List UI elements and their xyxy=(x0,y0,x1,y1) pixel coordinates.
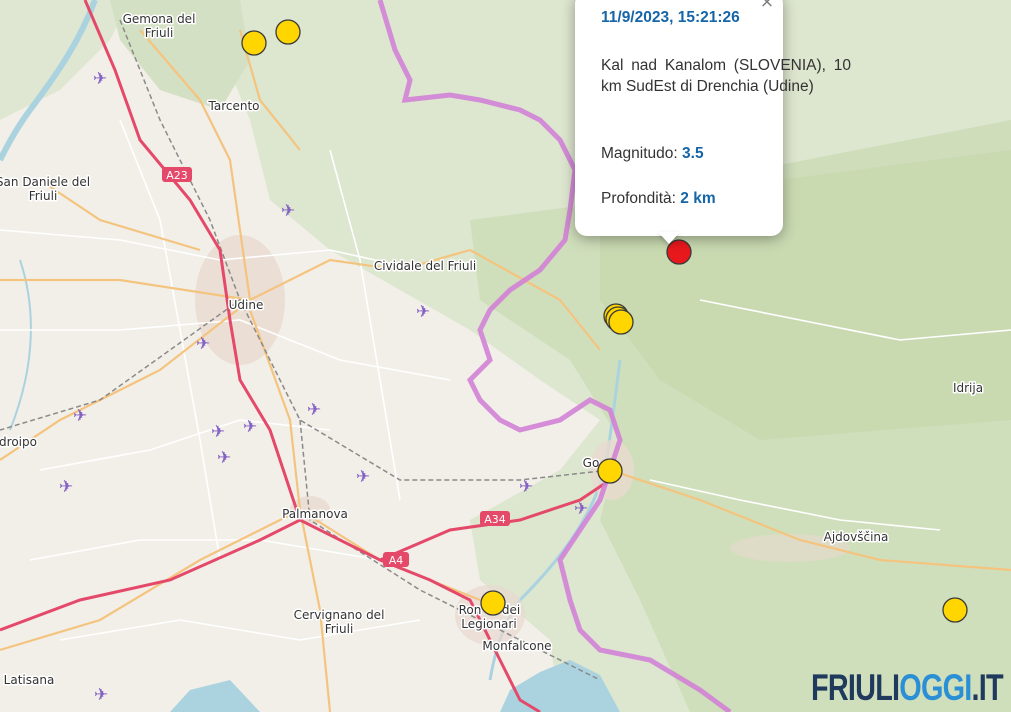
airplane-icon: ✈ xyxy=(73,406,87,426)
popup-depth: Profondità: 2 km xyxy=(601,190,716,208)
airplane-icon: ✈ xyxy=(356,467,370,487)
place-label-gemona-2: Friuli xyxy=(145,26,174,40)
road-shield-a34: A34 xyxy=(480,511,510,526)
place-label-udine: Udine xyxy=(229,298,264,312)
airplane-icon: ✈ xyxy=(59,477,73,497)
place-label-san-daniele: San Daniele del xyxy=(0,175,90,189)
airplane-icon: ✈ xyxy=(94,685,108,705)
airplane-icon: ✈ xyxy=(243,417,257,437)
popup-tip xyxy=(658,232,680,244)
svg-text:A4: A4 xyxy=(389,554,404,567)
road-shield-a23: A23 xyxy=(162,167,192,182)
logo-part-1: FRIULI xyxy=(811,667,900,708)
airplane-icon: ✈ xyxy=(574,499,588,519)
place-label-monfalcone: Monfalcone xyxy=(482,639,551,653)
close-icon[interactable]: × xyxy=(759,0,775,11)
popup-location: Kal nad Kanalom (SLOVENIA), 10 km SudEst… xyxy=(601,57,851,95)
road-shield-a4: A4 xyxy=(383,552,409,567)
place-label-gemona: Gemona del xyxy=(123,12,196,26)
airplane-icon: ✈ xyxy=(307,400,321,420)
popup-magnitude: Magnitudo: 3.5 xyxy=(601,145,704,163)
place-label-cervignano-2: Friuli xyxy=(325,622,354,636)
place-label-codroipo: droipo xyxy=(0,435,37,449)
svg-text:A23: A23 xyxy=(166,169,188,182)
place-label-ajdovscina: Ajdovščina xyxy=(824,530,889,544)
earthquake-marker[interactable] xyxy=(480,590,506,616)
place-label-cividale: Cividale del Friuli xyxy=(374,259,476,273)
place-label-idrija: Idrija xyxy=(953,381,983,395)
airplane-icon: ✈ xyxy=(416,302,430,322)
place-label-ronchi: Ron xyxy=(459,603,482,617)
magnitude-label: Magnitudo: xyxy=(601,145,678,162)
airplane-icon: ✈ xyxy=(519,477,533,497)
logo-part-2: OGGI xyxy=(899,667,972,708)
place-label-san-daniele-2: Friuli xyxy=(29,189,58,203)
earthquake-marker[interactable] xyxy=(275,19,301,45)
place-label-latisana: Latisana xyxy=(4,673,55,687)
popup-datetime: 11/9/2023, 15:21:26 xyxy=(601,9,740,26)
earthquake-marker[interactable] xyxy=(608,309,634,335)
place-label-cervignano: Cervignano del xyxy=(294,608,385,622)
airplane-icon: ✈ xyxy=(93,69,107,89)
map-canvas[interactable]: A23 A34 A4 ✈ ✈ ✈ ✈ ✈ ✈ ✈ ✈ ✈ ✈ ✈ ✈ ✈ ✈ G… xyxy=(0,0,1011,712)
airplane-icon: ✈ xyxy=(196,334,210,354)
place-label-tarcento: Tarcento xyxy=(208,99,260,113)
depth-value: 2 km xyxy=(680,190,716,207)
depth-label: Profondità: xyxy=(601,190,676,207)
place-label-palmanova: Palmanova xyxy=(282,507,348,521)
airplane-icon: ✈ xyxy=(281,201,295,221)
logo-part-3: .IT xyxy=(971,667,1004,708)
place-label-ronchi-3: Legionari xyxy=(461,617,516,631)
earthquake-marker[interactable] xyxy=(597,458,623,484)
airplane-icon: ✈ xyxy=(217,448,231,468)
earthquake-marker[interactable] xyxy=(942,597,968,623)
friulioggi-logo: FRIULIOGGI.IT xyxy=(811,667,1004,709)
place-label-gorizia: Go xyxy=(583,456,600,470)
svg-text:A34: A34 xyxy=(484,513,506,526)
magnitude-value: 3.5 xyxy=(682,145,704,162)
airplane-icon: ✈ xyxy=(211,422,225,442)
earthquake-marker[interactable] xyxy=(241,30,267,56)
